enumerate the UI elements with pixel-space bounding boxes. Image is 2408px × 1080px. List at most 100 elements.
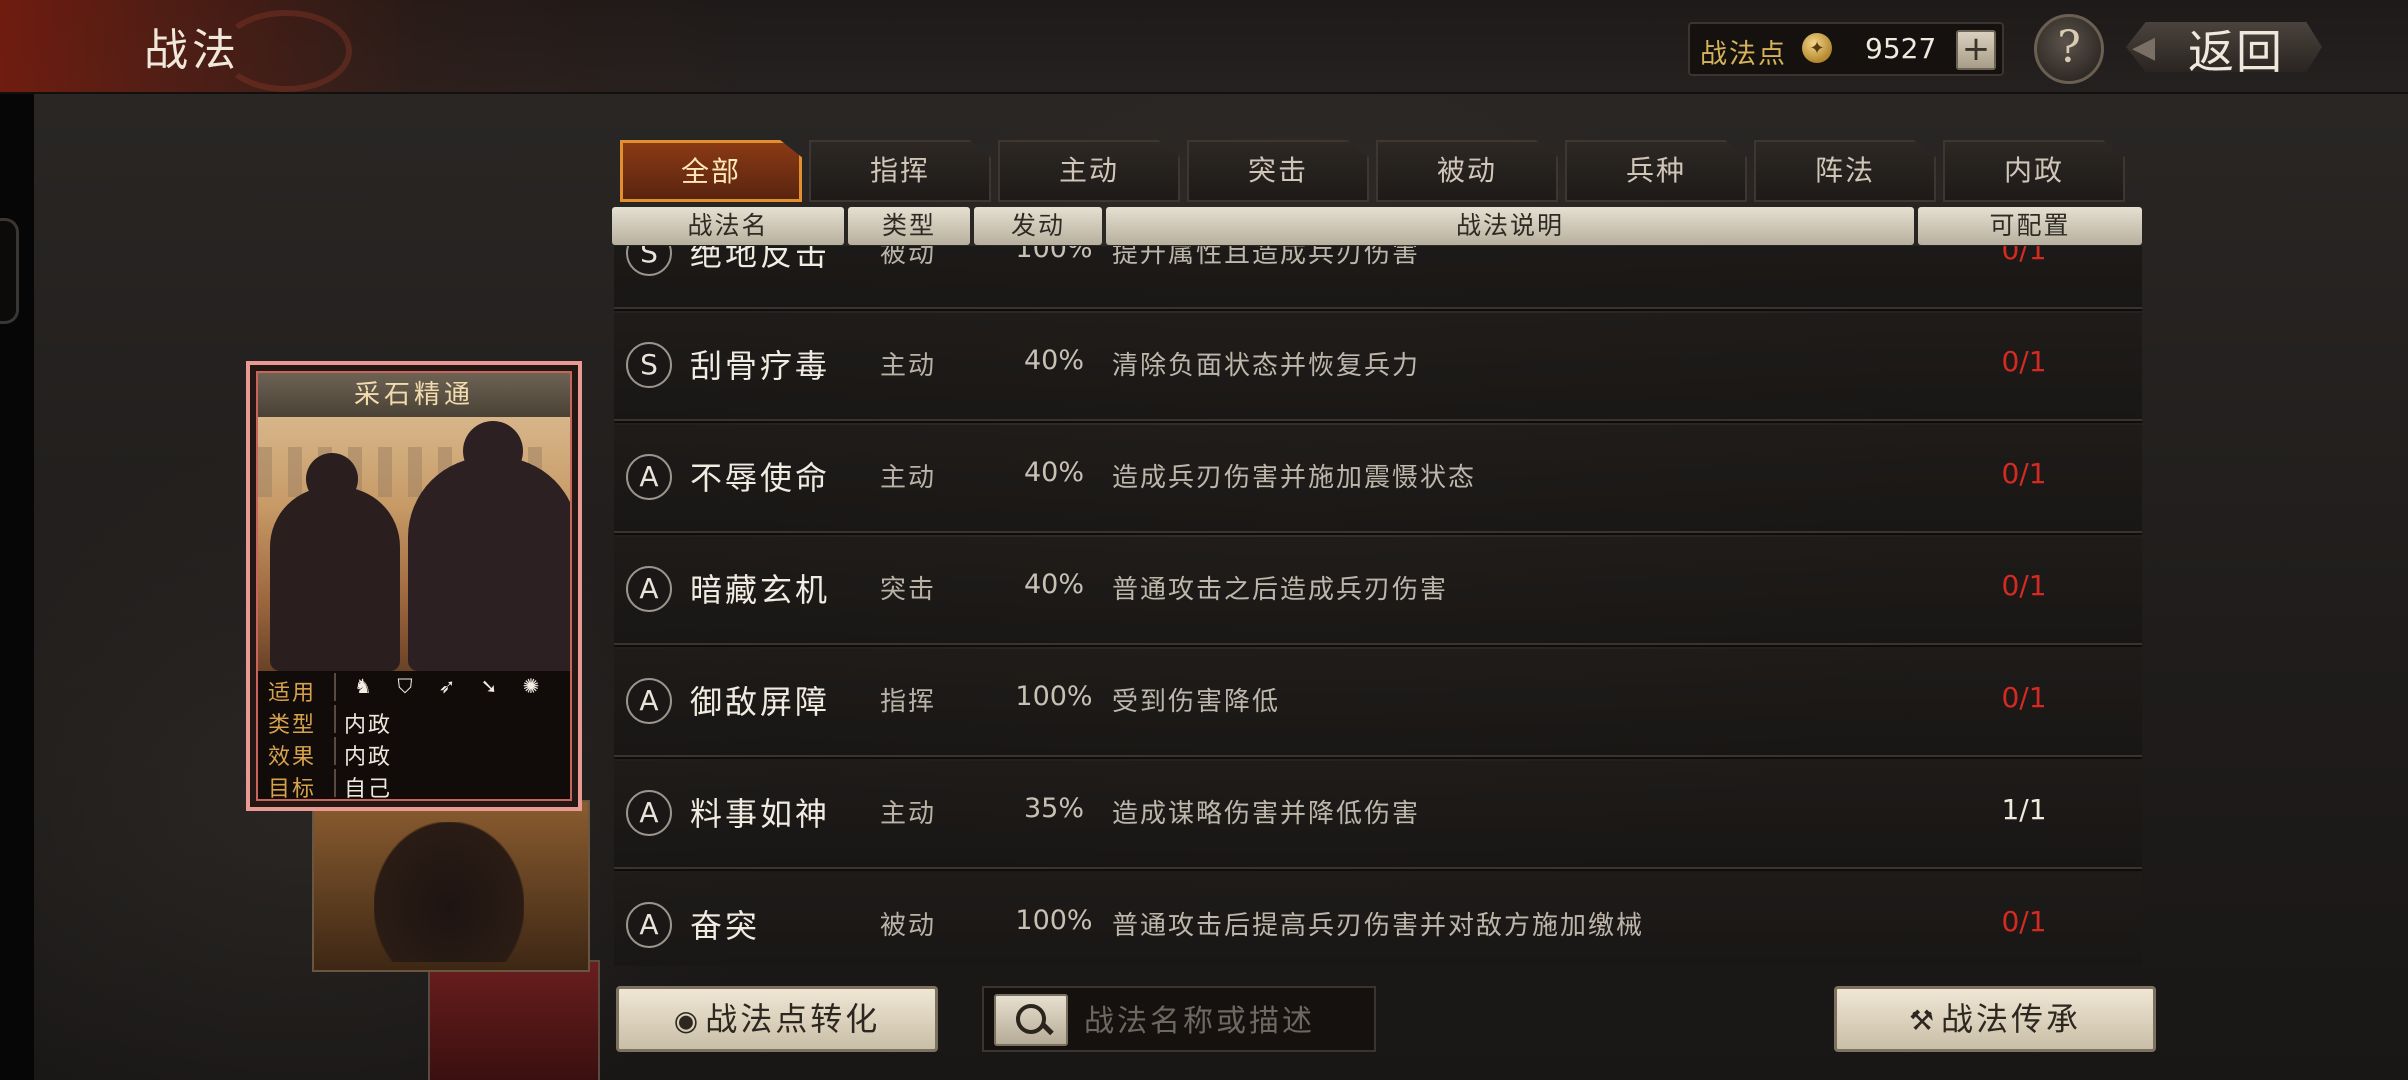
tactic-config-count: 0/1 xyxy=(2001,457,2047,490)
tactic-type: 主动 xyxy=(880,463,937,493)
tactic-rate: 100% xyxy=(1015,246,1093,264)
top-bar: 战法 战法点 ✦ 9527 + ? ◀ 返回 xyxy=(0,0,2408,94)
grade-badge: A xyxy=(626,902,672,948)
tactic-rate: 40% xyxy=(1023,457,1084,488)
title-glow xyxy=(0,0,760,92)
card-row-divider xyxy=(334,673,336,701)
side-drawer-handle[interactable] xyxy=(0,218,19,324)
search-bar xyxy=(982,986,1376,1052)
tab-4[interactable]: 被动 xyxy=(1376,140,1558,202)
tactic-row[interactable]: S 绝地反击 被动 100% 提升属性且造成兵刃伤害 0/1 xyxy=(614,246,2142,311)
back-button[interactable]: ◀ 返回 xyxy=(2126,14,2322,79)
card-type-row: 类型 内政 xyxy=(268,703,568,738)
grade-badge: S xyxy=(626,342,672,388)
card-row-divider xyxy=(334,769,336,797)
column-header-type[interactable]: 类型 xyxy=(848,207,970,245)
column-header-rate[interactable]: 发动 xyxy=(974,207,1102,245)
tactic-rate: 40% xyxy=(1023,345,1084,376)
inherit-tactic-label: 战法传承 xyxy=(1941,1000,2082,1038)
card-art-figure-left xyxy=(270,487,400,671)
card-art-figure-right xyxy=(408,457,570,671)
tactic-points-value: 9527 xyxy=(1865,32,1937,65)
tactic-description: 普通攻击后提高兵刃伤害并对敌方施加缴械 xyxy=(1112,911,1645,941)
convert-points-button[interactable]: ◉ 战法点转化 xyxy=(616,986,938,1052)
bow-icon: ➶ xyxy=(438,674,456,698)
left-edge xyxy=(0,0,34,1080)
card-stack-back-1 xyxy=(312,800,590,972)
tactic-row[interactable]: A 御敌屏障 指挥 100% 受到伤害降低 0/1 xyxy=(614,649,2142,759)
cavalry-icon: ♞ xyxy=(354,674,372,698)
tab-2[interactable]: 主动 xyxy=(998,140,1180,202)
card-art-figure-left-head xyxy=(306,453,358,505)
card-back-silhouette xyxy=(374,822,524,962)
column-header-description: 战法说明 xyxy=(1106,207,1914,245)
shield-icon: ⛉ xyxy=(397,674,413,698)
tactic-type: 被动 xyxy=(880,246,937,269)
tactic-config-count: 1/1 xyxy=(2001,793,2047,826)
card-info-panel: 适用 ♞ ⛉ ➶ ➘ ✺ 类型 内政 效果 内政 目标 自己 xyxy=(258,671,570,802)
tactic-type: 被动 xyxy=(880,911,937,941)
card-stack-back-2 xyxy=(428,960,600,1080)
card-row-divider xyxy=(334,705,336,733)
hammer-icon: ⚒ xyxy=(1908,1004,1938,1037)
page-title: 战法 xyxy=(144,25,240,76)
screen: 战法 战法点 ✦ 9527 + ? ◀ 返回 全部 指挥 主动 突击 被动 兵种 阵法 内政 … xyxy=(0,0,2408,1080)
flame-icon: ◉ xyxy=(673,1004,702,1037)
tactic-name: 料事如神 xyxy=(690,795,831,833)
tactic-type: 主动 xyxy=(880,351,937,381)
tactic-description: 普通攻击之后造成兵刃伤害 xyxy=(1112,575,1449,605)
tactic-name: 刮骨疗毒 xyxy=(690,347,831,385)
back-arrow-icon: ◀ xyxy=(2132,30,2156,65)
tactic-description: 造成兵刃伤害并施加震慑状态 xyxy=(1112,463,1477,493)
tactic-row[interactable]: A 奋突 被动 100% 普通攻击后提高兵刃伤害并对敌方施加缴械 0/1 xyxy=(614,873,2142,966)
tactic-name: 绝地反击 xyxy=(690,246,831,273)
search-icon[interactable] xyxy=(994,994,1068,1046)
tactic-rate: 35% xyxy=(1023,793,1084,824)
tab-0[interactable]: 全部 xyxy=(620,140,802,202)
card-effect-row: 效果 内政 xyxy=(268,735,568,770)
tab-5[interactable]: 兵种 xyxy=(1565,140,1747,202)
help-button[interactable]: ? xyxy=(2034,14,2104,84)
tactic-row[interactable]: S 刮骨疗毒 主动 40% 清除负面状态并恢复兵力 0/1 xyxy=(614,313,2142,423)
tab-7[interactable]: 内政 xyxy=(1943,140,2125,202)
tactic-type: 主动 xyxy=(880,799,937,829)
feather-coin-icon: ✦ xyxy=(1802,33,1832,63)
tactic-config-count: 0/1 xyxy=(2001,905,2047,938)
wheel-icon: ✺ xyxy=(522,674,540,698)
search-input[interactable] xyxy=(1082,996,1370,1046)
tactic-card-preview[interactable]: 采石精通 适用 ♞ ⛉ ➶ ➘ ✺ 类型 内政 效果 内政 目标 自己 xyxy=(246,361,582,811)
grade-badge: A xyxy=(626,454,672,500)
tactic-row[interactable]: A 暗藏玄机 突击 40% 普通攻击之后造成兵刃伤害 0/1 xyxy=(614,537,2142,647)
tab-1[interactable]: 指挥 xyxy=(809,140,991,202)
tactic-row[interactable]: A 不辱使命 主动 40% 造成兵刃伤害并施加震慑状态 0/1 xyxy=(614,425,2142,535)
tactic-name: 不辱使命 xyxy=(690,459,831,497)
column-header-name[interactable]: 战法名 xyxy=(612,207,844,245)
tactic-list[interactable]: S 绝地反击 被动 100% 提升属性且造成兵刃伤害 0/1 S 刮骨疗毒 主动 40% 清除负面状… xyxy=(614,246,2142,966)
card-target-value: 自己 xyxy=(344,777,393,802)
tab-3[interactable]: 突击 xyxy=(1187,140,1369,202)
tactic-rate: 100% xyxy=(1015,681,1093,712)
tactic-row[interactable]: A 料事如神 主动 35% 造成谋略伤害并降低伤害 1/1 xyxy=(614,761,2142,871)
card-inner-frame: 采石精通 适用 ♞ ⛉ ➶ ➘ ✺ 类型 内政 效果 内政 目标 自己 xyxy=(256,371,572,802)
card-target-label: 目标 xyxy=(268,777,317,802)
tactic-points-display: 战法点 ✦ 9527 + xyxy=(1688,22,2004,76)
tab-6[interactable]: 阵法 xyxy=(1754,140,1936,202)
grade-badge: A xyxy=(626,566,672,612)
tactic-description: 造成谋略伤害并降低伤害 xyxy=(1112,799,1421,829)
tactic-config-count: 0/1 xyxy=(2001,569,2047,602)
convert-points-label: 战法点转化 xyxy=(705,1000,881,1038)
grade-badge: A xyxy=(626,790,672,836)
tactic-points-label: 战法点 xyxy=(1700,39,1787,70)
tactic-description: 提升属性且造成兵刃伤害 xyxy=(1112,246,1421,269)
card-title: 采石精通 xyxy=(258,373,570,417)
tactic-rate: 100% xyxy=(1015,905,1093,936)
card-artwork xyxy=(258,417,570,671)
card-art-figure-right-head xyxy=(463,421,523,481)
spear-icon: ➘ xyxy=(480,674,498,698)
add-points-button[interactable]: + xyxy=(1956,30,1996,70)
tactic-name: 暗藏玄机 xyxy=(690,571,831,609)
tactic-type: 指挥 xyxy=(880,687,937,717)
column-header-config[interactable]: 可配置 xyxy=(1918,207,2142,245)
card-applies-row: 适用 ♞ ⛉ ➶ ➘ ✺ xyxy=(268,671,568,706)
inherit-tactic-button[interactable]: ⚒ 战法传承 xyxy=(1834,986,2156,1052)
